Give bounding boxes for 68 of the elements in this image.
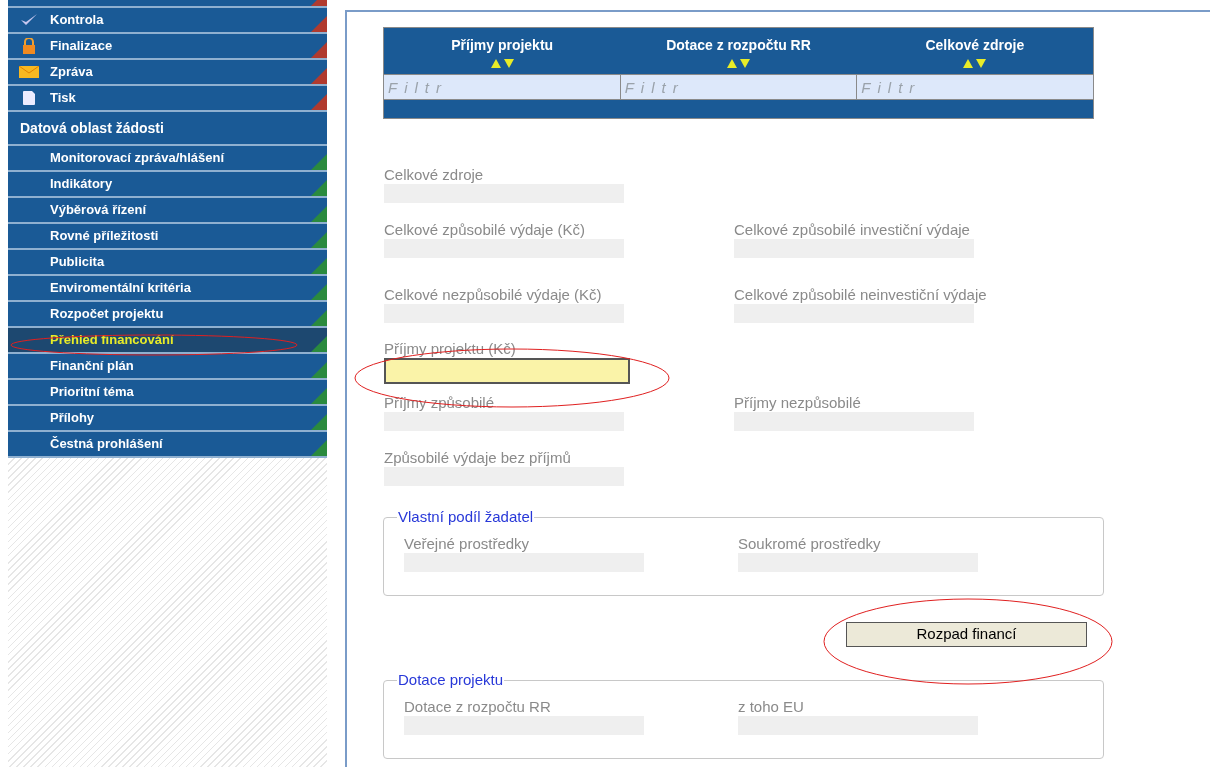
sort-up-icon[interactable] — [963, 58, 974, 68]
filter-field[interactable]: Filtr — [620, 75, 857, 99]
sidebar-item[interactable]: Publicita — [8, 250, 327, 276]
group-legend: Dotace projektu — [397, 669, 505, 692]
field-label: Celkové způsobilé výdaje (Kč) — [384, 221, 585, 239]
corner-marker-icon — [311, 154, 327, 170]
corner-marker-icon — [311, 310, 327, 326]
corner-marker-icon — [311, 362, 327, 378]
sidebar-item[interactable]: Indikátory — [8, 172, 327, 198]
sidebar-item[interactable]: Enviromentální kritéria — [8, 276, 327, 302]
sidebar-action[interactable]: Zpráva — [8, 60, 327, 86]
corner-marker-icon — [311, 94, 327, 110]
corner-marker-icon — [311, 440, 327, 456]
sidebar-item[interactable]: Rovné příležitosti — [8, 224, 327, 250]
corner-marker-icon — [311, 284, 327, 300]
corner-marker-icon — [311, 206, 327, 222]
sort-up-icon[interactable] — [490, 58, 501, 68]
column-header[interactable]: Dotace z rozpočtu RR — [666, 34, 811, 56]
action-label: Finalizace — [50, 37, 113, 56]
field-label: Celkové způsobilé neinvestiční výdaje — [734, 286, 987, 304]
page-icon — [23, 91, 35, 105]
field-label: Dotace z rozpočtu RR — [404, 697, 551, 716]
sidebar-item[interactable]: Prioritní téma — [8, 380, 327, 406]
column-header[interactable]: Celkové zdroje — [925, 34, 1025, 56]
filter-field[interactable]: Filtr — [857, 75, 1093, 99]
field-label: z toho EU — [738, 697, 804, 716]
field-label: Soukromé prostředky — [738, 534, 881, 553]
sidebar-item[interactable]: Finanční plán — [8, 354, 327, 380]
corner-marker-icon — [311, 258, 327, 274]
sidebar-item[interactable]: Výběrová řízení — [8, 198, 327, 224]
column-header[interactable]: Příjmy projektu — [451, 34, 554, 56]
filter-field[interactable]: Filtr — [384, 75, 620, 99]
sidebar-item[interactable]: Přehled financování — [8, 328, 327, 354]
checkmark-icon — [20, 13, 38, 27]
sidebar-item[interactable]: Rozpočet projektu — [8, 302, 327, 328]
corner-marker-icon — [311, 42, 327, 58]
field-label: Celkové zdroje — [384, 166, 484, 184]
field-label: Celkové způsobilé investiční výdaje — [734, 221, 970, 239]
corner-marker-icon — [311, 180, 327, 196]
corner-marker-icon — [311, 16, 327, 32]
corner-marker-icon — [311, 414, 327, 430]
field-label: Příjmy nezpůsobilé — [734, 394, 861, 412]
field-label: Veřejné prostředky — [404, 534, 530, 553]
input-field[interactable] — [384, 358, 630, 384]
corner-marker-icon — [311, 336, 327, 352]
envelope-icon — [19, 66, 39, 78]
action-label: Kontrola — [50, 11, 104, 30]
corner-marker-icon — [311, 232, 327, 248]
sidebar-action[interactable]: Finalizace — [8, 34, 327, 60]
sort-down-icon[interactable] — [503, 58, 514, 68]
sidebar-item[interactable]: Přílohy — [8, 406, 327, 432]
sort-down-icon[interactable] — [976, 58, 987, 68]
action-label: Tisk — [50, 89, 76, 108]
padlock-icon — [22, 38, 36, 54]
corner-marker-icon — [311, 68, 327, 84]
group-legend: Vlastní podíl žadatel — [397, 506, 535, 529]
sidebar-action[interactable]: Tisk — [8, 86, 327, 112]
sidebar-item[interactable]: Monitorovací zpráva/hlášení — [8, 146, 327, 172]
corner-marker-icon — [311, 388, 327, 404]
action-label: Zpráva — [50, 63, 93, 82]
sidebar-item[interactable]: Čestná prohlášení — [8, 432, 327, 458]
sort-down-icon[interactable] — [740, 58, 750, 68]
section-title: Datová oblast žádosti — [8, 112, 327, 146]
field-label: Celkové nezpůsobilé výdaje (Kč) — [384, 286, 602, 304]
sort-up-icon[interactable] — [727, 58, 737, 68]
split-finances-button[interactable]: Rozpad financí — [846, 622, 1087, 647]
field-label: Způsobilé výdaje bez příjmů — [384, 449, 571, 467]
sidebar-action[interactable]: Kontrola — [8, 8, 327, 34]
